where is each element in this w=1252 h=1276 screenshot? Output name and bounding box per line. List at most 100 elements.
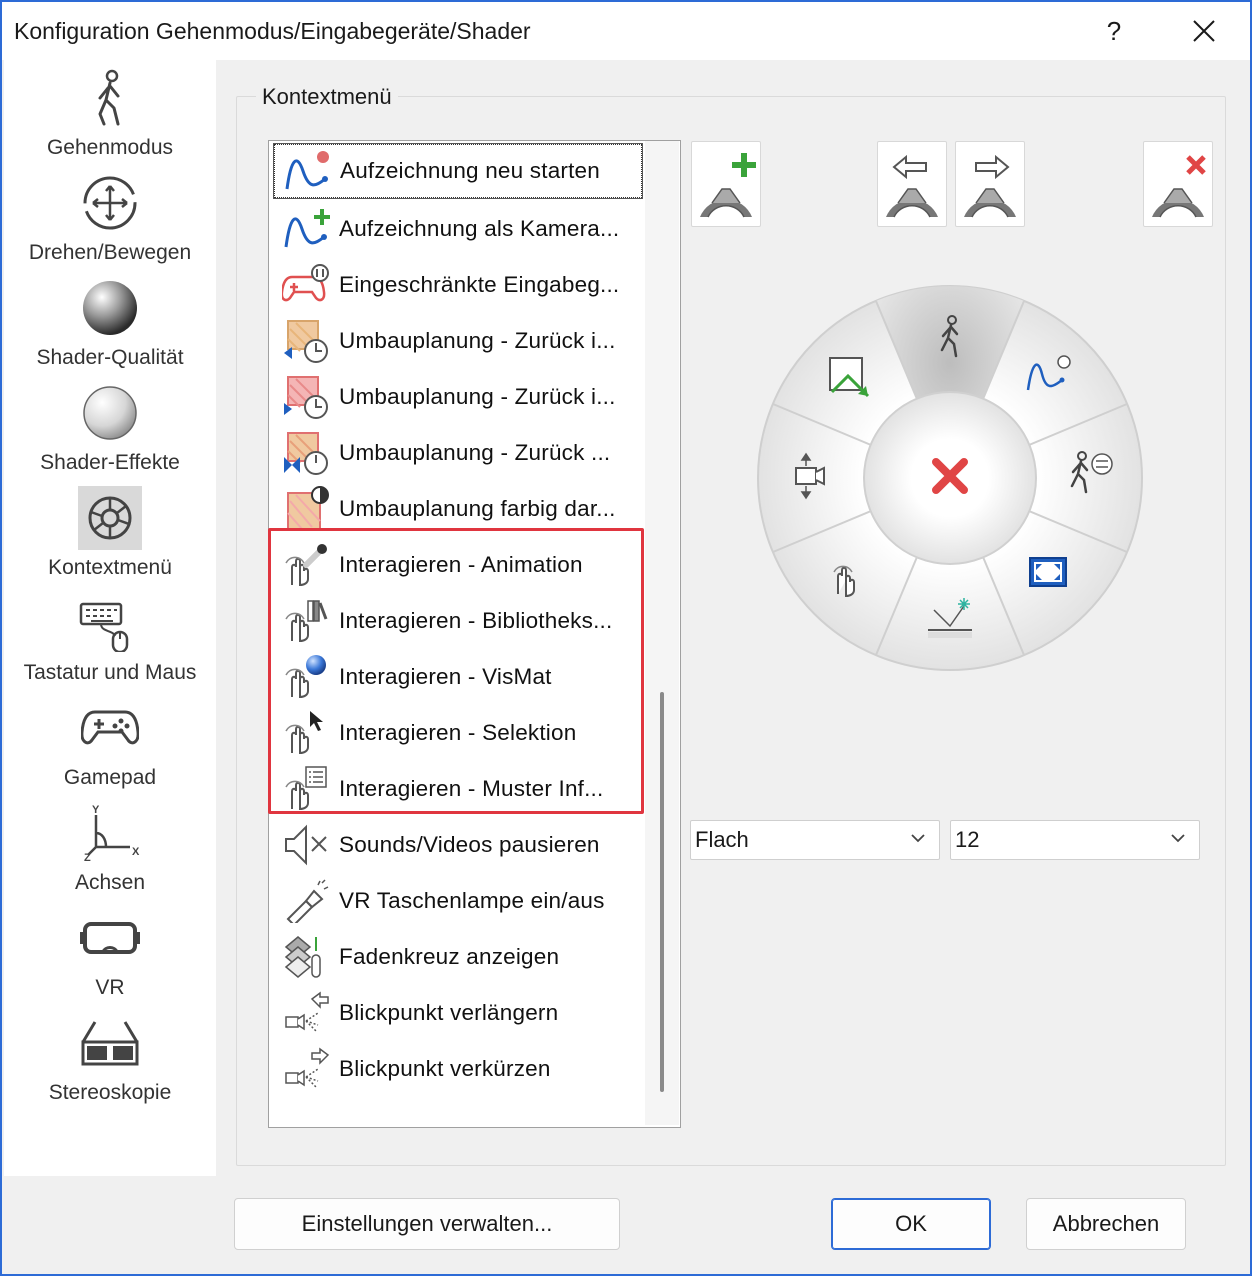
list-item[interactable]: Umbauplanung - Zurück i... <box>273 313 645 369</box>
size-select[interactable]: 12 <box>950 820 1200 860</box>
sidebar-item-gehenmodus[interactable]: Gehenmodus <box>4 62 216 167</box>
shaded-sphere-icon <box>78 276 142 340</box>
list-item-label: Interagieren - VisMat <box>339 664 552 689</box>
list-item-label: Umbauplanung - Zurück i... <box>339 328 616 353</box>
pie-add-icon <box>700 153 756 218</box>
list-item[interactable]: Blickpunkt verlängern <box>273 985 645 1041</box>
interact-selection-icon <box>279 708 333 758</box>
sidebar-label-gehenmodus: Gehenmodus <box>46 136 174 159</box>
list-item-label: Blickpunkt verkürzen <box>339 1056 551 1081</box>
ok-label: OK <box>895 1211 927 1236</box>
category-sidebar: Gehenmodus Drehen/Bewegen Shader-Qualitä… <box>4 60 216 1176</box>
group-title: Kontextmenü <box>256 84 398 110</box>
move-left-button[interactable] <box>877 141 947 227</box>
list-item-label: Interagieren - Animation <box>339 552 583 577</box>
sidebar-item-achsen[interactable]: YZX Achsen <box>4 797 216 902</box>
list-item[interactable]: Interagieren - Animation <box>273 537 645 593</box>
list-item-label: Eingeschränkte Eingabeg... <box>339 272 620 297</box>
list-item[interactable]: Aufzeichnung neu starten <box>273 143 643 199</box>
list-item[interactable]: VR Taschenlampe ein/aus <box>273 873 645 929</box>
sidebar-item-gamepad[interactable]: Gamepad <box>4 692 216 797</box>
help-button[interactable]: ? <box>1086 8 1142 54</box>
rebuild-back-icon <box>279 316 333 366</box>
list-item-label: Sounds/Videos pausieren <box>339 832 600 857</box>
list-item[interactable]: Interagieren - Selektion <box>273 705 645 761</box>
keyboard-mouse-icon <box>78 591 142 655</box>
manage-settings-button[interactable]: Einstellungen verwalten... <box>234 1198 620 1250</box>
title-bar: Konfiguration Gehenmodus/Eingabegeräte/S… <box>2 2 1250 60</box>
list-item-label: Fadenkreuz anzeigen <box>339 944 560 969</box>
svg-text:X: X <box>132 846 140 858</box>
walking-person-icon <box>78 66 142 130</box>
pie-move-left-icon <box>886 154 938 218</box>
list-item[interactable]: Blickpunkt verkürzen <box>273 1041 645 1097</box>
interact-vismat-icon <box>279 652 333 702</box>
pie-move-right-icon <box>964 154 1016 218</box>
list-item[interactable]: Sounds/Videos pausieren <box>273 817 645 873</box>
ok-button[interactable]: OK <box>831 1198 991 1250</box>
list-item-label: Interagieren - Bibliotheks... <box>339 608 613 633</box>
list-item-label: Interagieren - Muster Inf... <box>339 776 604 801</box>
close-icon <box>1193 20 1215 42</box>
move-right-button[interactable] <box>955 141 1025 227</box>
sidebar-item-tastatur-maus[interactable]: Tastatur und Maus <box>4 587 216 692</box>
sidebar-item-shader-qualitaet[interactable]: Shader-Qualität <box>4 272 216 377</box>
sidebar-label-tastatur-maus: Tastatur und Maus <box>23 661 197 684</box>
sidebar-label-shader-qualitaet: Shader-Qualität <box>36 346 184 369</box>
list-item[interactable]: Interagieren - Bibliotheks... <box>273 593 645 649</box>
cancel-button[interactable]: Abbrechen <box>1026 1198 1186 1250</box>
interact-animation-icon <box>279 540 333 590</box>
sidebar-item-drehen-bewegen[interactable]: Drehen/Bewegen <box>4 167 216 272</box>
rebuild-forward-icon <box>279 372 333 422</box>
list-item[interactable]: Eingeschränkte Eingabeg... <box>273 257 645 313</box>
list-item[interactable]: Aufzeichnung als Kamera... <box>273 201 645 257</box>
list-item[interactable]: Interagieren - VisMat <box>273 649 645 705</box>
move-arrows-icon <box>78 171 142 235</box>
command-list[interactable]: Aufzeichnung neu starten Aufzeichnung al… <box>268 140 681 1128</box>
list-item[interactable]: Fadenkreuz anzeigen <box>273 929 645 985</box>
recording-add-camera-icon <box>279 204 333 254</box>
light-sphere-icon <box>78 381 142 445</box>
rebuild-both-icon <box>279 428 333 478</box>
style-select[interactable]: Flach <box>690 820 940 860</box>
list-item[interactable]: Umbauplanung - Zurück i... <box>273 369 645 425</box>
sidebar-item-kontextmenue[interactable]: Kontextmenü <box>4 482 216 587</box>
list-item[interactable]: Interagieren - Muster Inf... <box>273 761 645 817</box>
help-icon: ? <box>1106 15 1122 46</box>
pie-menu-icon <box>78 486 142 550</box>
add-segment-button[interactable] <box>691 141 761 227</box>
manage-settings-label: Einstellungen verwalten... <box>301 1211 553 1236</box>
sidebar-item-shader-effekte[interactable]: Shader-Effekte <box>4 377 216 482</box>
size-select-value: 12 <box>955 827 980 852</box>
rebuild-color-icon <box>279 484 333 534</box>
flashlight-icon <box>279 876 333 926</box>
fullscreen-icon <box>1029 557 1067 587</box>
gamepad-pause-icon <box>279 260 333 310</box>
list-item-label: Blickpunkt verlängern <box>339 1000 559 1025</box>
sidebar-item-stereoskopie[interactable]: Stereoskopie <box>4 1007 216 1112</box>
3d-glasses-icon <box>78 1011 142 1075</box>
view-arrow-icon <box>829 357 870 398</box>
remove-segment-button[interactable] <box>1143 141 1213 227</box>
sidebar-label-stereoskopie: Stereoskopie <box>48 1081 172 1104</box>
svg-text:Y: Y <box>92 804 100 816</box>
viewpoint-shorten-icon <box>279 1044 333 1094</box>
list-item[interactable]: Umbauplanung farbig dar... <box>273 481 645 537</box>
sidebar-item-vr[interactable]: VR <box>4 902 216 1007</box>
close-button[interactable] <box>1176 8 1232 54</box>
list-item-label: Umbauplanung - Zurück ... <box>339 440 611 465</box>
sidebar-label-gamepad: Gamepad <box>63 766 157 789</box>
viewpoint-extend-icon <box>279 988 333 1038</box>
interact-pattern-icon <box>279 764 333 814</box>
sidebar-label-vr: VR <box>95 976 125 999</box>
chevron-down-icon <box>911 834 925 843</box>
list-scroll-thumb[interactable] <box>660 692 664 1092</box>
list-item-label: Aufzeichnung als Kamera... <box>339 216 620 241</box>
pie-menu-preview <box>757 285 1143 671</box>
list-item[interactable]: Umbauplanung - Zurück ... <box>273 425 645 481</box>
pie-remove-icon <box>1152 155 1206 218</box>
list-item-label: VR Taschenlampe ein/aus <box>339 888 605 913</box>
recording-restart-icon <box>280 146 334 196</box>
cancel-label: Abbrechen <box>1052 1211 1160 1236</box>
list-item-label: Aufzeichnung neu starten <box>340 158 600 183</box>
